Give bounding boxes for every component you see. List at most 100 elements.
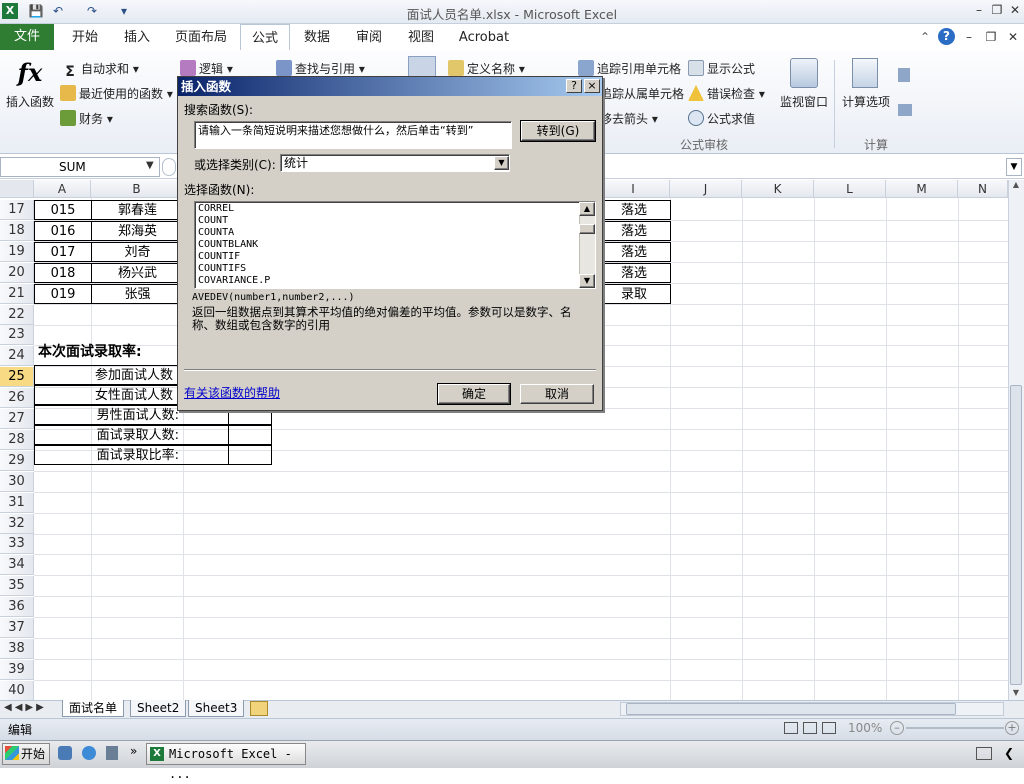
cell-id[interactable]: 015 <box>34 200 92 220</box>
cell-name[interactable]: 刘奇 <box>91 242 184 262</box>
row-header[interactable]: 26 <box>0 388 34 408</box>
cell-id[interactable]: 019 <box>34 284 92 304</box>
row-header[interactable]: 17 <box>0 200 34 220</box>
calculator-icon[interactable] <box>852 58 878 88</box>
doc-restore-icon[interactable]: ❐ <box>984 30 998 44</box>
insert-sheet-icon[interactable] <box>250 701 268 716</box>
ok-button[interactable]: 确定 <box>437 383 511 405</box>
sheet-tab-2[interactable]: Sheet2 <box>130 700 187 717</box>
function-list[interactable]: CORREL COUNT COUNTA COUNTBLANK COUNTIF C… <box>194 201 596 289</box>
vertical-scroll-thumb[interactable] <box>1010 385 1022 685</box>
row-header[interactable]: 27 <box>0 409 34 429</box>
zoom-out-icon[interactable]: – <box>890 721 904 735</box>
evaluate-formula-button[interactable]: 公式求值 <box>688 110 755 127</box>
category-dropdown-icon[interactable]: ▼ <box>494 156 509 170</box>
insert-function-icon[interactable]: fx <box>16 58 44 88</box>
taskbar-excel-button[interactable]: Microsoft Excel - ... <box>146 743 306 781</box>
dialog-close-button[interactable]: × <box>584 79 600 93</box>
row-header[interactable]: 31 <box>0 493 34 513</box>
tab-data[interactable]: 数据 <box>294 24 340 51</box>
recent-functions-button[interactable]: 最近使用的函数 ▾ <box>60 85 173 102</box>
cell-result[interactable]: 落选 <box>597 221 671 241</box>
function-item[interactable]: COVARIANCE.P <box>195 275 595 287</box>
keyboard-icon[interactable] <box>976 747 992 760</box>
name-box-dropdown-icon[interactable]: ▼ <box>146 160 154 171</box>
normal-view-icon[interactable] <box>784 722 798 734</box>
summary-value-cell[interactable] <box>228 425 272 445</box>
row-header[interactable]: 38 <box>0 639 34 659</box>
name-box[interactable]: SUM <box>0 157 160 177</box>
row-header[interactable]: 25 <box>0 367 34 387</box>
zoom-slider[interactable] <box>906 727 1004 729</box>
scroll-down-icon[interactable]: ▼ <box>1009 688 1023 698</box>
cell-name[interactable]: 郭春莲 <box>91 200 184 220</box>
zoom-level[interactable]: 100% <box>848 721 882 735</box>
trace-dependents-button[interactable]: 追踪从属单元格 <box>600 85 684 102</box>
calc-options-button[interactable]: 计算选项 <box>842 93 890 110</box>
row-header[interactable]: 18 <box>0 221 34 241</box>
row-header[interactable]: 32 <box>0 514 34 534</box>
row-header[interactable]: 20 <box>0 263 34 283</box>
minimize-icon[interactable]: – <box>972 3 986 17</box>
sheet-tab-3[interactable]: Sheet3 <box>188 700 245 717</box>
column-header-n[interactable]: N <box>958 180 1008 198</box>
restore-icon[interactable]: ❐ <box>990 3 1004 17</box>
list-scroll-thumb[interactable] <box>579 224 595 234</box>
cell-name[interactable]: 张强 <box>91 284 184 304</box>
row-header[interactable]: 21 <box>0 284 34 304</box>
error-check-button[interactable]: 错误检查 ▾ <box>688 85 765 102</box>
doc-minimize-icon[interactable]: – <box>962 30 976 44</box>
doc-close-icon[interactable]: ✕ <box>1006 30 1020 44</box>
row-header[interactable]: 29 <box>0 451 34 471</box>
tab-insert[interactable]: 插入 <box>114 24 160 51</box>
function-item[interactable]: COUNTIF <box>195 251 595 263</box>
row-header[interactable]: 37 <box>0 618 34 638</box>
quicklaunch-icon[interactable] <box>106 746 118 760</box>
row-header[interactable]: 39 <box>0 660 34 680</box>
sheet-nav-icon[interactable]: ◀◀▶▶ <box>4 702 47 713</box>
column-header-m[interactable]: M <box>886 180 958 198</box>
cancel-button[interactable]: 取消 <box>520 384 594 404</box>
formula-bar-button[interactable] <box>162 158 176 176</box>
quicklaunch-icon[interactable] <box>58 746 72 760</box>
lookup-button[interactable]: 查找与引用 ▾ <box>276 60 365 77</box>
row-header[interactable]: 22 <box>0 305 34 325</box>
scroll-up-icon[interactable]: ▲ <box>1009 180 1023 190</box>
row-header[interactable]: 40 <box>0 681 34 701</box>
expand-formula-bar-icon[interactable]: ▼ <box>1006 158 1022 176</box>
trace-precedents-button[interactable]: 追踪引用单元格 <box>578 60 681 77</box>
summary-label[interactable]: 面试录取人数: <box>34 425 229 445</box>
row-header[interactable]: 24 <box>0 346 34 366</box>
cell-result[interactable]: 录取 <box>597 284 671 304</box>
browser-icon[interactable] <box>82 746 96 760</box>
page-break-view-icon[interactable] <box>822 722 836 734</box>
select-all-corner[interactable] <box>0 180 34 198</box>
tab-page-layout[interactable]: 页面布局 <box>168 24 234 51</box>
function-item[interactable]: COUNT <box>195 215 595 227</box>
calc-now-icon[interactable] <box>898 68 910 82</box>
go-button[interactable]: 转到(G) <box>520 120 596 142</box>
category-select[interactable]: 统计 <box>280 154 510 172</box>
column-header-b[interactable]: B <box>91 180 183 198</box>
define-name-button[interactable]: 定义名称 ▾ <box>448 60 525 77</box>
tab-file[interactable]: 文件 <box>0 24 54 50</box>
cell-id[interactable]: 017 <box>34 242 92 262</box>
dialog-help-button[interactable]: ? <box>566 79 582 93</box>
horizontal-scroll-thumb[interactable] <box>626 703 956 715</box>
column-header-l[interactable]: L <box>814 180 886 198</box>
autosum-button[interactable]: Σ 自动求和 ▾ <box>62 60 139 80</box>
summary-value-cell[interactable] <box>228 445 272 465</box>
cell-id[interactable]: 016 <box>34 221 92 241</box>
calc-sheet-icon[interactable] <box>898 104 912 116</box>
show-formulas-button[interactable]: 显示公式 <box>688 60 755 77</box>
watch-window-icon[interactable] <box>790 58 818 88</box>
column-header-j[interactable]: J <box>670 180 742 198</box>
tab-review[interactable]: 审阅 <box>346 24 392 51</box>
watch-window-button[interactable]: 监视窗口 <box>780 93 828 110</box>
close-icon[interactable]: ✕ <box>1008 3 1022 17</box>
list-scroll-down-icon[interactable]: ▼ <box>579 274 595 288</box>
collapse-ribbon-icon[interactable]: ⌃ <box>920 30 930 44</box>
page-layout-view-icon[interactable] <box>803 722 817 734</box>
cell-id[interactable]: 018 <box>34 263 92 283</box>
tray-icon[interactable]: ❮ <box>1004 746 1014 760</box>
